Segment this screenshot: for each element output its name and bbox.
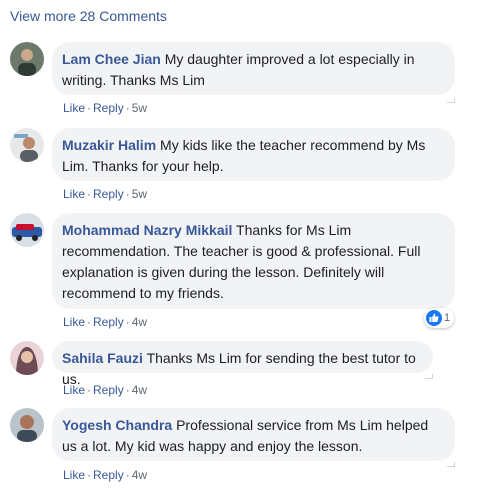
comments-section: View more 28 Comments Lam Chee Jian My d…: [0, 0, 495, 490]
avatar[interactable]: [10, 213, 44, 247]
options-corner-mark: [425, 374, 433, 379]
comment-timestamp[interactable]: 4w: [132, 383, 147, 397]
comment-bubble: Sahila Fauzi Thanks Ms Lim for sending t…: [52, 341, 433, 387]
reply-button[interactable]: Reply: [93, 315, 124, 329]
comment-author-link[interactable]: Mohammad Nazry Mikkail: [62, 222, 232, 238]
like-button[interactable]: Like: [63, 187, 85, 201]
avatar[interactable]: [10, 128, 44, 162]
avatar[interactable]: [10, 408, 44, 442]
reply-button[interactable]: Reply: [93, 383, 124, 397]
separator-dot: ·: [125, 101, 130, 115]
comment-timestamp[interactable]: 5w: [132, 101, 147, 115]
comment-bubble: Muzakir Halim My kids like the teacher r…: [52, 128, 455, 181]
like-button[interactable]: Like: [63, 383, 85, 397]
avatar[interactable]: [10, 341, 44, 375]
like-button[interactable]: Like: [63, 101, 85, 115]
reply-button[interactable]: Reply: [93, 468, 124, 482]
separator-dot: ·: [87, 101, 92, 115]
separator-dot: ·: [87, 468, 92, 482]
options-corner-mark: [447, 462, 455, 467]
view-more-comments-link[interactable]: View more 28 Comments: [10, 8, 167, 24]
comment-timestamp[interactable]: 4w: [132, 315, 147, 329]
comment-actions: Like · Reply · 5w: [63, 187, 147, 201]
options-corner-mark: [447, 98, 455, 103]
reaction-summary[interactable]: 1: [424, 308, 455, 328]
separator-dot: ·: [87, 187, 92, 201]
comment-timestamp[interactable]: 4w: [132, 468, 147, 482]
separator-dot: ·: [125, 468, 130, 482]
separator-dot: ·: [125, 383, 130, 397]
comment-author-link[interactable]: Yogesh Chandra: [62, 417, 172, 433]
comment-actions: Like · Reply · 4w: [63, 383, 147, 397]
separator-dot: ·: [125, 315, 130, 329]
reply-button[interactable]: Reply: [93, 101, 124, 115]
comment-actions: Like · Reply · 5w: [63, 101, 147, 115]
comment-author-link[interactable]: Lam Chee Jian: [62, 51, 161, 67]
separator-dot: ·: [125, 187, 130, 201]
comment-author-link[interactable]: Sahila Fauzi: [62, 350, 143, 366]
separator-dot: ·: [87, 315, 92, 329]
comment-bubble: Lam Chee Jian My daughter improved a lot…: [52, 42, 455, 95]
reply-button[interactable]: Reply: [93, 187, 124, 201]
comment-actions: Like · Reply · 4w: [63, 315, 147, 329]
like-button[interactable]: Like: [63, 468, 85, 482]
comment-actions: Like · Reply · 4w: [63, 468, 147, 482]
comment-bubble: Yogesh Chandra Professional service from…: [52, 408, 455, 461]
thumbs-up-icon: [426, 310, 442, 326]
separator-dot: ·: [87, 383, 92, 397]
comment-bubble: Mohammad Nazry Mikkail Thanks for Ms Lim…: [52, 213, 455, 309]
reaction-count: 1: [444, 312, 451, 324]
avatar[interactable]: [10, 42, 44, 76]
comment-author-link[interactable]: Muzakir Halim: [62, 137, 156, 153]
like-button[interactable]: Like: [63, 315, 85, 329]
comment-timestamp[interactable]: 5w: [132, 187, 147, 201]
